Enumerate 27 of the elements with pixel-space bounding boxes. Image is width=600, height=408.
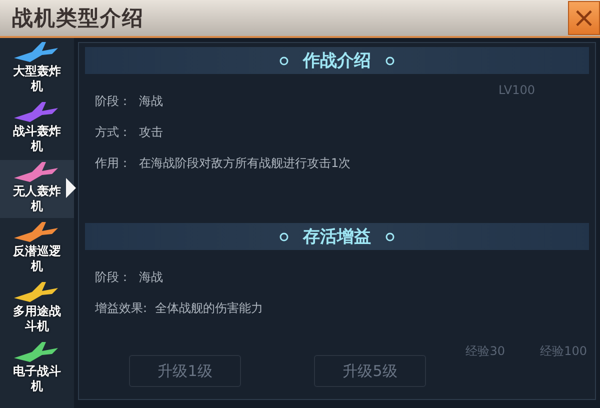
level-text: LV100 — [498, 83, 535, 97]
exp-text: 经验30 — [466, 343, 505, 360]
sidebar-item[interactable]: 大型轰炸机 — [0, 40, 74, 98]
section-title: 作战介绍 — [303, 50, 371, 72]
section-title: 存活增益 — [303, 226, 371, 248]
field-label: 作用： — [95, 155, 131, 172]
exp-text: 经验100 — [540, 343, 587, 360]
field-value: 海战 — [139, 93, 163, 110]
selection-arrow-icon — [66, 178, 76, 198]
ring-icon — [385, 232, 395, 242]
field-value: 海战 — [139, 269, 163, 286]
ring-icon — [279, 232, 289, 242]
sidebar-item[interactable]: 反潜巡逻机 — [0, 220, 74, 278]
sidebar-item[interactable]: 战斗轰炸机 — [0, 100, 74, 158]
field-label: 阶段： — [95, 269, 131, 286]
field-label: 阶段： — [95, 93, 131, 110]
field-value: 攻击 — [139, 124, 163, 141]
window-title: 战机类型介绍 — [11, 5, 144, 32]
ring-icon — [385, 56, 395, 66]
sidebar-item[interactable]: 无人轰炸机 — [0, 160, 74, 218]
sidebar-item[interactable]: 电子战斗机 — [0, 340, 74, 398]
field-label: 方式： — [95, 124, 131, 141]
field-value: 全体战舰的伤害能力 — [155, 300, 264, 317]
ring-icon — [279, 56, 289, 66]
sidebar-item[interactable]: 多用途战斗机 — [0, 280, 74, 338]
field-value: 在海战阶段对敌方所有战舰进行攻击1次 — [139, 155, 351, 172]
field-label: 增益效果: — [95, 300, 148, 317]
